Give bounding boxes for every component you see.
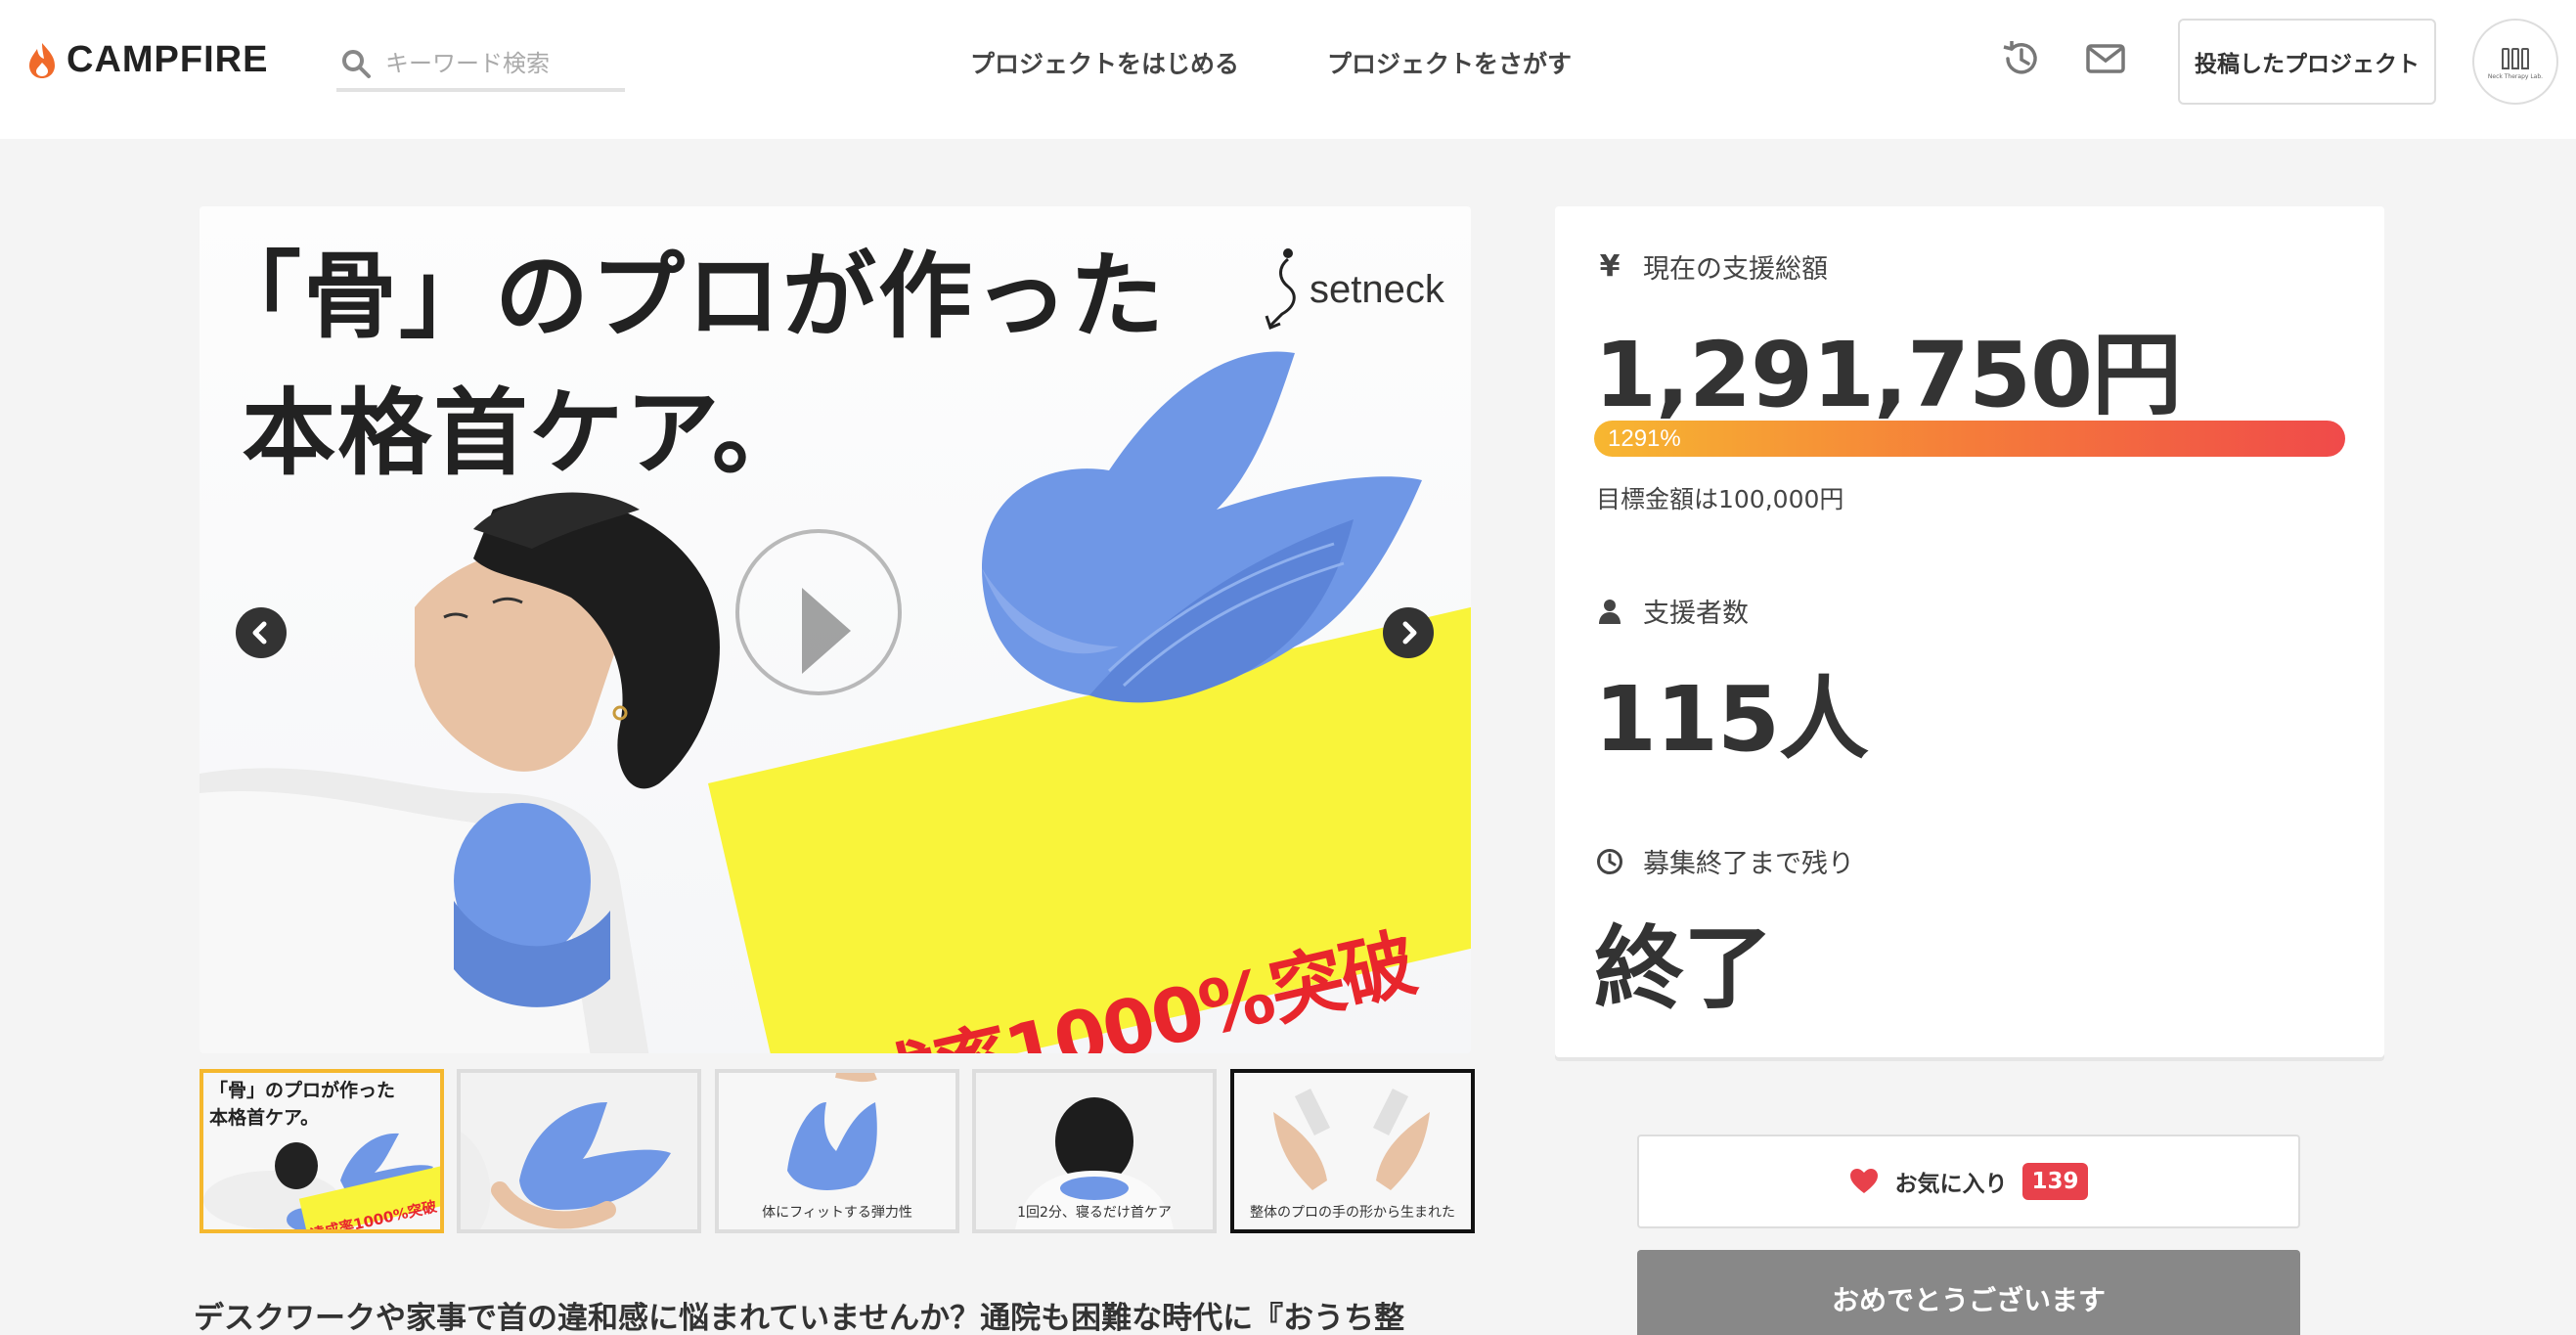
brand-name: setneck: [1310, 267, 1444, 311]
thumbnail-2[interactable]: [457, 1069, 701, 1233]
thumbnail-title: 「骨」のプロが作った 本格首ケア。: [209, 1080, 396, 1129]
clock-icon: [1597, 848, 1622, 874]
thumbnail-1[interactable]: 「骨」のプロが作った 本格首ケア。 達成率1000%突破: [200, 1069, 444, 1233]
remaining-value: 終了: [1594, 916, 1773, 1021]
history-icon[interactable]: [2000, 37, 2043, 80]
progress-bar: 1291%: [1594, 421, 2345, 457]
progress-percent: 1291%: [1608, 425, 1681, 452]
flame-icon: [29, 42, 55, 78]
backers-label: 支援者数: [1596, 592, 1749, 630]
logo-text: CAMPFIRE: [67, 39, 269, 80]
carousel-prev-button[interactable]: [236, 607, 287, 658]
site-header: CAMPFIRE プロジェクトをはじめる プロジェクトをさがす 投稿したプロジェ…: [0, 0, 2576, 139]
heart-icon: [1850, 1169, 1879, 1193]
person-icon: [1599, 599, 1621, 624]
favorite-label: お気に入り: [1894, 1172, 2008, 1197]
yen-icon: ¥: [1599, 249, 1621, 284]
avatar-logo-icon: [2502, 47, 2529, 69]
mail-icon[interactable]: [2084, 37, 2127, 80]
avatar-caption: Neck Therapy Lab.: [2487, 72, 2544, 80]
carousel-next-button[interactable]: [1383, 607, 1434, 658]
thumbnail-5[interactable]: 整体のプロの手の形から生まれた: [1230, 1069, 1475, 1233]
posted-projects-button[interactable]: 投稿したプロジェクト: [2178, 19, 2436, 105]
search-icon: [342, 50, 371, 78]
search-input[interactable]: [385, 50, 610, 77]
hero-headline: 「骨」のプロが作った 本格首ケア。: [207, 242, 1166, 488]
avatar[interactable]: Neck Therapy Lab.: [2472, 19, 2558, 105]
total-label-text: 現在の支援総額: [1643, 254, 1828, 285]
setneck-logo-icon: [1265, 248, 1296, 330]
setneck-brand: setneck: [1261, 245, 1444, 334]
thumbnail-3[interactable]: 体にフィットする弾力性: [715, 1069, 959, 1233]
thumbnail-image: [461, 1073, 697, 1229]
remaining-label: 募集終了まで残り: [1596, 842, 1854, 880]
thumbnail-caption: 1回2分、寝るだけ首ケア: [1017, 1205, 1172, 1221]
favorite-button[interactable]: お気に入り 139: [1637, 1135, 2300, 1228]
favorite-count-badge: 139: [2022, 1163, 2088, 1200]
goal-amount: 目標金額は100,000円: [1596, 485, 1844, 513]
backers-label-text: 支援者数: [1643, 599, 1749, 629]
thumbnail-4[interactable]: 1回2分、寝るだけ首ケア: [972, 1069, 1217, 1233]
main-carousel-image[interactable]: 「骨」のプロが作った 本格首ケア。 setneck 達成率1000%突破: [200, 206, 1471, 1053]
arrow-left-icon: [252, 621, 267, 645]
nav-find-project[interactable]: プロジェクトをさがす: [1327, 45, 1572, 80]
search-bar: [336, 39, 625, 92]
funding-stats-card: ¥ 現在の支援総額 1,291,750円 1291% 目標金額は100,000円…: [1555, 206, 2384, 1057]
remaining-label-text: 募集終了まで残り: [1643, 849, 1854, 879]
thumbnail-caption: 整体のプロの手の形から生まれた: [1250, 1205, 1455, 1221]
campfire-logo[interactable]: CAMPFIRE: [25, 39, 268, 81]
congrats-button[interactable]: おめでとうございます: [1637, 1250, 2300, 1335]
backers-count: 115人: [1594, 667, 1869, 772]
total-label: ¥ 現在の支援総額: [1596, 247, 1828, 286]
thumbnail-caption: 体にフィットする弾力性: [762, 1205, 912, 1221]
project-lead-text: デスクワークや家事で首の違和感に悩まれていませんか？通院も困難な時代に『おうち整: [194, 1301, 1405, 1335]
total-amount: 1,291,750円: [1594, 323, 2182, 427]
play-icon: [802, 588, 851, 674]
arrow-right-icon: [1402, 621, 1417, 645]
nav-start-project[interactable]: プロジェクトをはじめる: [970, 45, 1239, 80]
